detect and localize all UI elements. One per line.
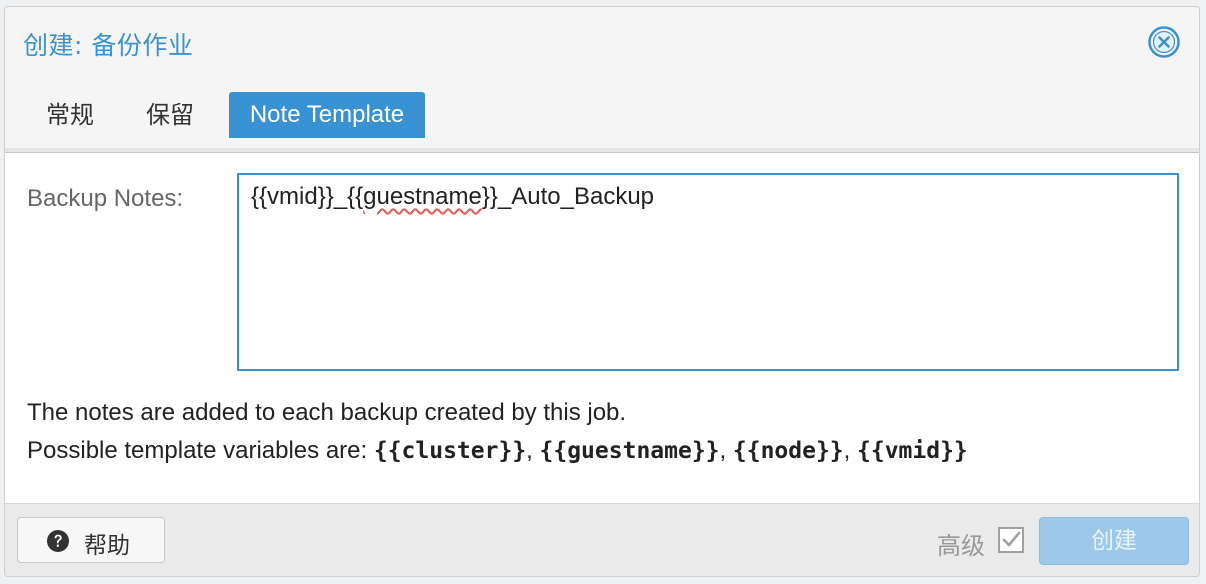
- notes-text-suffix: }}_Auto_Backup: [481, 183, 655, 210]
- variable-separator: ,: [719, 437, 733, 464]
- backup-notes-label: Backup Notes:: [27, 185, 184, 212]
- tab-content-panel: Backup Notes: {{vmid}}_{{guestname}}_Aut…: [5, 153, 1199, 503]
- help-button[interactable]: 帮助: [17, 517, 165, 563]
- dialog-title: 创建: 备份作业: [23, 31, 194, 60]
- help-button-label: 帮助: [84, 533, 130, 559]
- tab-note-template[interactable]: Note Template: [229, 92, 425, 138]
- tab-general[interactable]: 常规: [29, 92, 111, 138]
- help-text-prefix: Possible template variables are:: [27, 437, 374, 464]
- question-circle-icon: [47, 530, 69, 552]
- dialog-titlebar: 创建: 备份作业: [5, 7, 1199, 83]
- help-text-line-1: The notes are added to each backup creat…: [27, 399, 627, 426]
- dialog-footer: 帮助 高级 创建: [5, 503, 1199, 576]
- checkbox-checked-icon: [998, 527, 1024, 553]
- variable-separator: ,: [843, 437, 857, 464]
- template-variable: {{node}}: [732, 438, 844, 464]
- template-variable: {{vmid}}: [857, 438, 968, 464]
- advanced-label: 高级: [937, 532, 985, 560]
- advanced-checkbox[interactable]: [997, 526, 1025, 554]
- backup-notes-textarea[interactable]: {{vmid}}_{{guestname}}_Auto_Backup: [237, 173, 1179, 371]
- template-variable: {{guestname}}: [539, 438, 720, 464]
- backup-job-dialog: 创建: 备份作业 常规 保留 Note Template Backup Note…: [4, 6, 1200, 577]
- variable-separator: ,: [526, 437, 540, 464]
- tab-bar: 常规 保留 Note Template: [5, 92, 1199, 152]
- help-text-line-2: Possible template variables are: {{clust…: [27, 437, 968, 465]
- notes-text-misspelled: guestname: [363, 183, 482, 210]
- notes-text-prefix: {{vmid}}_{{: [251, 183, 364, 210]
- tab-retention[interactable]: 保留: [129, 92, 211, 138]
- close-icon[interactable]: [1147, 25, 1181, 59]
- create-button[interactable]: 创建: [1039, 517, 1189, 565]
- template-variable: {{cluster}}: [373, 438, 527, 464]
